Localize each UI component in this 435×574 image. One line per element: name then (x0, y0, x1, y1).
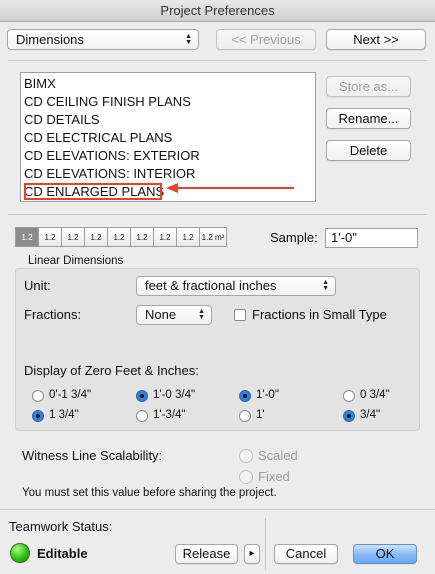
small-type-checkbox[interactable] (234, 309, 246, 321)
rename-button[interactable]: Rename... (326, 108, 411, 129)
zero-option-label: 3/4" (360, 409, 381, 421)
window-title: Project Preferences (0, 0, 435, 22)
zero-display-label: Display of Zero Feet & Inches: (24, 363, 199, 378)
sill-height-dimension-tool-icon[interactable]: 1.2 (153, 227, 177, 247)
section-title: Linear Dimensions (28, 255, 124, 267)
door-window-dimension-tool-icon[interactable]: 1.2 (130, 227, 154, 247)
status-text: Editable (37, 546, 88, 561)
zero-option-radio[interactable] (343, 390, 355, 402)
status-indicator-icon (10, 543, 30, 563)
chevron-updown-icon: ▲ ▼ (198, 308, 205, 321)
divider (8, 214, 427, 215)
list-item[interactable]: CD ELEVATIONS: EXTERIOR (24, 147, 200, 165)
cancel-button[interactable]: Cancel (274, 544, 338, 564)
chevron-updown-icon: ▲ ▼ (322, 279, 329, 292)
fractions-select-value: None (145, 307, 177, 322)
zero-option-radio[interactable] (239, 410, 251, 422)
zero-option-label: 1' (256, 409, 265, 421)
fractions-label: Fractions: (24, 307, 82, 322)
chevron-updown-icon: ▲ ▼ (185, 32, 192, 46)
fractions-select[interactable]: None ▲ ▼ (136, 305, 212, 325)
delete-button[interactable]: Delete (326, 140, 411, 161)
zero-option-label: 1'-3/4" (153, 409, 186, 421)
list-item[interactable]: CD ELECTRICAL PLANS (24, 129, 172, 147)
unit-label: Unit: (24, 278, 51, 293)
zero-option-label: 1'-0 3/4" (153, 389, 196, 401)
list-item[interactable]: BIMX (24, 75, 56, 93)
area-dimension-tool-icon[interactable]: 1.2 m² (199, 227, 227, 247)
zero-option-label: 0 3/4" (360, 389, 390, 401)
sample-field: 1'-0" (325, 228, 418, 248)
scaled-radio[interactable] (239, 449, 253, 463)
zero-option-label: 1'-0" (256, 389, 279, 401)
sample-label: Sample: (270, 230, 318, 245)
zero-option-radio[interactable] (343, 410, 355, 422)
wall-height-dimension-tool-icon[interactable]: 1.2 (176, 227, 200, 247)
next-button[interactable]: Next >> (326, 29, 426, 50)
fixed-label: Fixed (258, 469, 290, 484)
store-as-button[interactable]: Store as... (326, 76, 411, 97)
angular-dimension-tool-icon[interactable]: 1.2 (38, 227, 62, 247)
witness-note: You must set this value before sharing t… (22, 487, 277, 499)
elevation-dimension-tool-icon[interactable]: 1.2 (107, 227, 131, 247)
fixed-radio[interactable] (239, 470, 253, 484)
more-options-button[interactable]: ▸ (244, 544, 260, 564)
divider (8, 60, 427, 61)
dimension-type-toolbar: 1.2 1.2 1.2 1.2 1.2 1.2 1.2 1.2 1.2 m² (15, 227, 227, 247)
witness-label: Witness Line Scalability: (22, 448, 163, 463)
unit-select[interactable]: feet & fractional inches ▲ ▼ (136, 276, 336, 296)
scaled-label: Scaled (258, 448, 298, 463)
divider (0, 509, 435, 510)
annotation-arrow-icon (166, 183, 294, 193)
category-select-value: Dimensions (16, 32, 84, 47)
divider (265, 518, 266, 570)
release-button[interactable]: Release (175, 544, 238, 564)
zero-option-radio[interactable] (239, 390, 251, 402)
zero-option-radio[interactable] (32, 410, 44, 422)
radial-dimension-tool-icon[interactable]: 1.2 (61, 227, 85, 247)
previous-button[interactable]: << Previous (216, 29, 316, 50)
zero-option-radio[interactable] (136, 410, 148, 422)
zero-option-label: 0'-1 3/4" (49, 389, 92, 401)
linear-dimension-tool-icon[interactable]: 1.2 (15, 227, 39, 247)
category-select[interactable]: Dimensions ▲ ▼ (7, 29, 199, 50)
list-item[interactable]: CD DETAILS (24, 111, 100, 129)
zero-option-label: 1 3/4" (49, 409, 79, 421)
zero-option-radio[interactable] (136, 390, 148, 402)
annotation-highlight-box (24, 183, 162, 200)
small-type-label: Fractions in Small Type (252, 307, 387, 322)
unit-select-value: feet & fractional inches (145, 278, 277, 293)
level-dimension-tool-icon[interactable]: 1.2 (84, 227, 108, 247)
teamwork-status-label: Teamwork Status: (9, 519, 113, 534)
ok-button[interactable]: OK (353, 544, 417, 564)
zero-option-radio[interactable] (32, 390, 44, 402)
list-item[interactable]: CD CEILING FINISH PLANS (24, 93, 191, 111)
